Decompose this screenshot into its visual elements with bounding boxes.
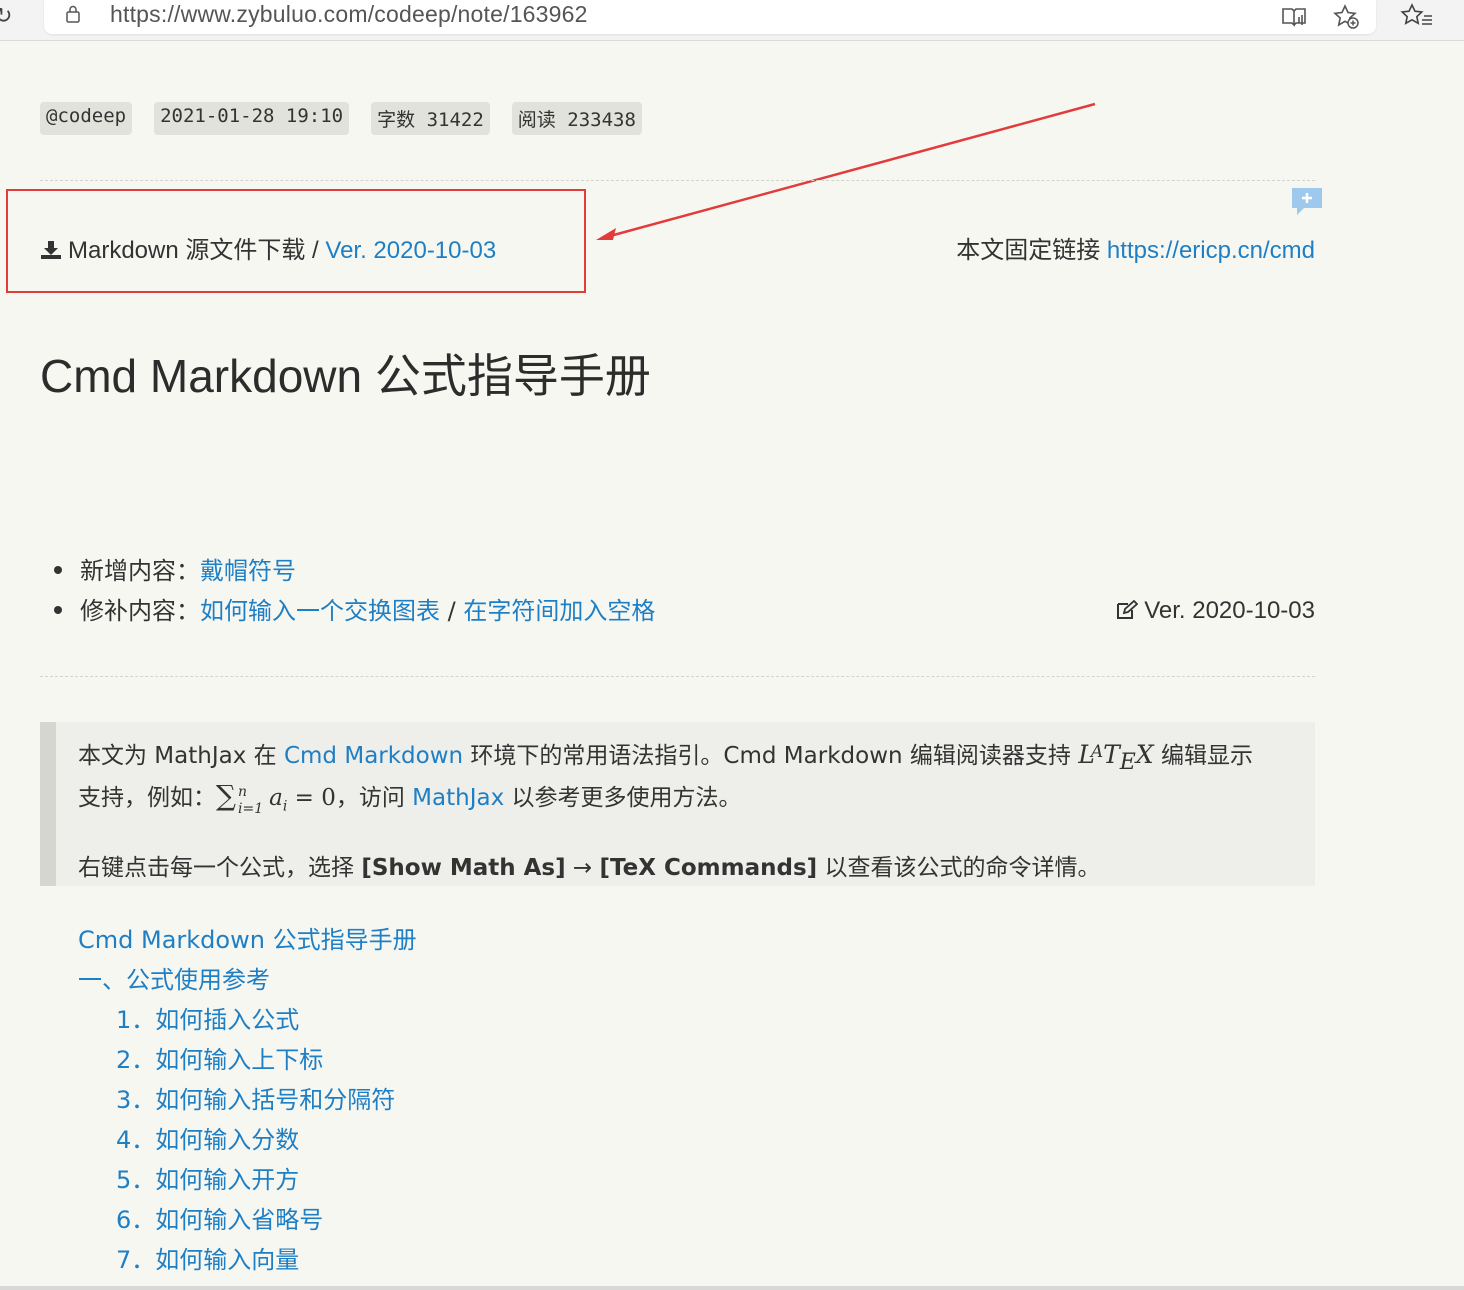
toc-item-link[interactable]: 4．如何输入分数 xyxy=(116,1126,299,1154)
toc-item-link[interactable]: 1．如何插入公式 xyxy=(116,1006,299,1034)
author-tag[interactable]: @codeep xyxy=(40,102,133,135)
word-count-value: 31422 xyxy=(426,109,484,131)
added-label: 新增内容： xyxy=(80,557,200,585)
sum-formula[interactable]: ∑ n i=1 ai = 0 xyxy=(216,779,336,816)
toc-section-link[interactable]: 一、公式使用参考 xyxy=(78,966,270,994)
word-count-tag: 字数 31422 xyxy=(371,102,490,135)
toc-item-link[interactable]: 5．如何输入开方 xyxy=(116,1166,299,1194)
intro-text: 支持，例如： xyxy=(78,785,216,811)
toc-item-link[interactable]: 7．如何输入向量 xyxy=(116,1246,299,1274)
permalink-line: 本文固定链接 https://ericp.cn/cmd xyxy=(956,230,1315,265)
intro-text: 编辑显示 xyxy=(1153,743,1253,769)
intro-blockquote: 本文为 MathJax 在 Cmd Markdown 环境下的常用语法指引。Cm… xyxy=(40,722,1315,886)
page-title: Cmd Markdown 公式指导手册 xyxy=(40,350,651,402)
favorites-icon[interactable] xyxy=(1398,2,1438,32)
latex-letter: T xyxy=(1103,740,1120,769)
revised-link-1[interactable]: 如何输入一个交换图表 xyxy=(200,597,440,625)
address-bar[interactable]: https://www.zybuluo.com/codeep/note/1639… xyxy=(44,0,1376,34)
list-item: 修补内容：如何输入一个交换图表 / 在字符间加入空格 Ver. 2020-10-… xyxy=(40,595,1315,635)
intro-paragraph: 本文为 MathJax 在 Cmd Markdown 环境下的常用语法指引。Cm… xyxy=(78,736,1293,826)
intro-paragraph: 右键点击每一个公式，选择 [Show Math As] → [TeX Comma… xyxy=(78,850,1293,887)
table-of-contents: Cmd Markdown 公式指导手册 一、公式使用参考 1．如何插入公式 2．… xyxy=(78,920,417,1280)
cmd-markdown-link[interactable]: Cmd Markdown xyxy=(284,743,463,769)
divider xyxy=(40,180,1315,181)
list-item: 新增内容：戴帽符号 xyxy=(40,555,1315,595)
toc-root-link[interactable]: Cmd Markdown 公式指导手册 xyxy=(78,926,417,954)
download-markdown-link[interactable]: Markdown 源文件下载 xyxy=(68,237,305,264)
lock-icon xyxy=(66,5,80,23)
show-math-as-text: [Show Math As] xyxy=(361,854,566,881)
latex-letter: X xyxy=(1135,740,1154,769)
revised-separator: / xyxy=(440,597,464,625)
arrow-text: → xyxy=(565,854,600,881)
intro-text: ，访问 xyxy=(335,785,413,811)
datetime-tag: 2021-01-28 19:10 xyxy=(154,102,350,135)
sum-lower: i=1 xyxy=(238,801,264,817)
read-count-value: 233438 xyxy=(567,109,636,131)
read-aloud-icon[interactable] xyxy=(1280,3,1308,31)
word-count-label: 字数 xyxy=(377,109,416,131)
sum-upper: n xyxy=(238,784,248,800)
update-list: 新增内容：戴帽符号 修补内容：如何输入一个交换图表 / 在字符间加入空格 Ver… xyxy=(40,555,1315,635)
added-link[interactable]: 戴帽符号 xyxy=(200,557,296,585)
browser-toolbar: ↻ https://www.zybuluo.com/codeep/note/16… xyxy=(0,0,1464,41)
divider xyxy=(40,676,1315,677)
reload-icon[interactable]: ↻ xyxy=(0,4,12,29)
url-text[interactable]: https://www.zybuluo.com/codeep/note/1639… xyxy=(110,1,588,28)
latex-logo: LATEX xyxy=(1078,740,1154,775)
intro-text: 右键点击每一个公式，选择 xyxy=(78,854,362,881)
intro-text: 以查看该公式的命令详情。 xyxy=(817,854,1101,881)
toc-item-link[interactable]: 6．如何输入省略号 xyxy=(116,1206,323,1234)
download-line: Markdown 源文件下载 / Ver. 2020-10-03 xyxy=(40,230,496,265)
latex-letter: A xyxy=(1090,742,1104,762)
add-favorite-icon[interactable] xyxy=(1332,3,1360,31)
edit-icon xyxy=(1117,600,1139,619)
intro-text: 以参考更多使用方法。 xyxy=(504,785,742,811)
note-meta: @codeep 2021-01-28 19:10 字数 31422 阅读 233… xyxy=(40,102,642,135)
bullet-icon xyxy=(54,566,62,574)
revised-link-2[interactable]: 在字符间加入空格 xyxy=(463,597,655,625)
permalink-url[interactable]: https://ericp.cn/cmd xyxy=(1107,237,1315,264)
formula-variable: a xyxy=(269,785,283,811)
sum-symbol: ∑ xyxy=(216,779,236,812)
read-count-label: 阅读 xyxy=(517,109,556,131)
mathjax-link[interactable]: MathJax xyxy=(412,785,504,811)
toc-item-link[interactable]: 2．如何输入上下标 xyxy=(116,1046,323,1074)
read-count-tag: 阅读 233438 xyxy=(511,102,642,135)
intro-text: 环境下的常用语法指引。Cmd Markdown 编辑阅读器支持 xyxy=(463,743,1079,769)
version-note-text: Ver. 2020-10-03 xyxy=(1144,597,1315,624)
latex-letter: E xyxy=(1119,750,1136,775)
toc-item-link[interactable]: 3．如何输入括号和分隔符 xyxy=(116,1086,395,1114)
window-bottom-edge xyxy=(0,1286,1464,1290)
bullet-icon xyxy=(54,606,62,614)
tex-commands-text: [TeX Commands] xyxy=(599,854,818,881)
revised-label: 修补内容： xyxy=(80,597,200,625)
comment-add-icon[interactable] xyxy=(1290,186,1324,218)
permalink-label: 本文固定链接 xyxy=(956,237,1101,264)
intro-text: 本文为 MathJax 在 xyxy=(78,743,284,769)
download-separator: / xyxy=(305,237,326,264)
download-icon xyxy=(41,241,61,259)
version-link[interactable]: Ver. 2020-10-03 xyxy=(325,237,496,264)
version-note: Ver. 2020-10-03 xyxy=(1116,595,1315,627)
formula-equals: = 0 xyxy=(287,785,336,811)
